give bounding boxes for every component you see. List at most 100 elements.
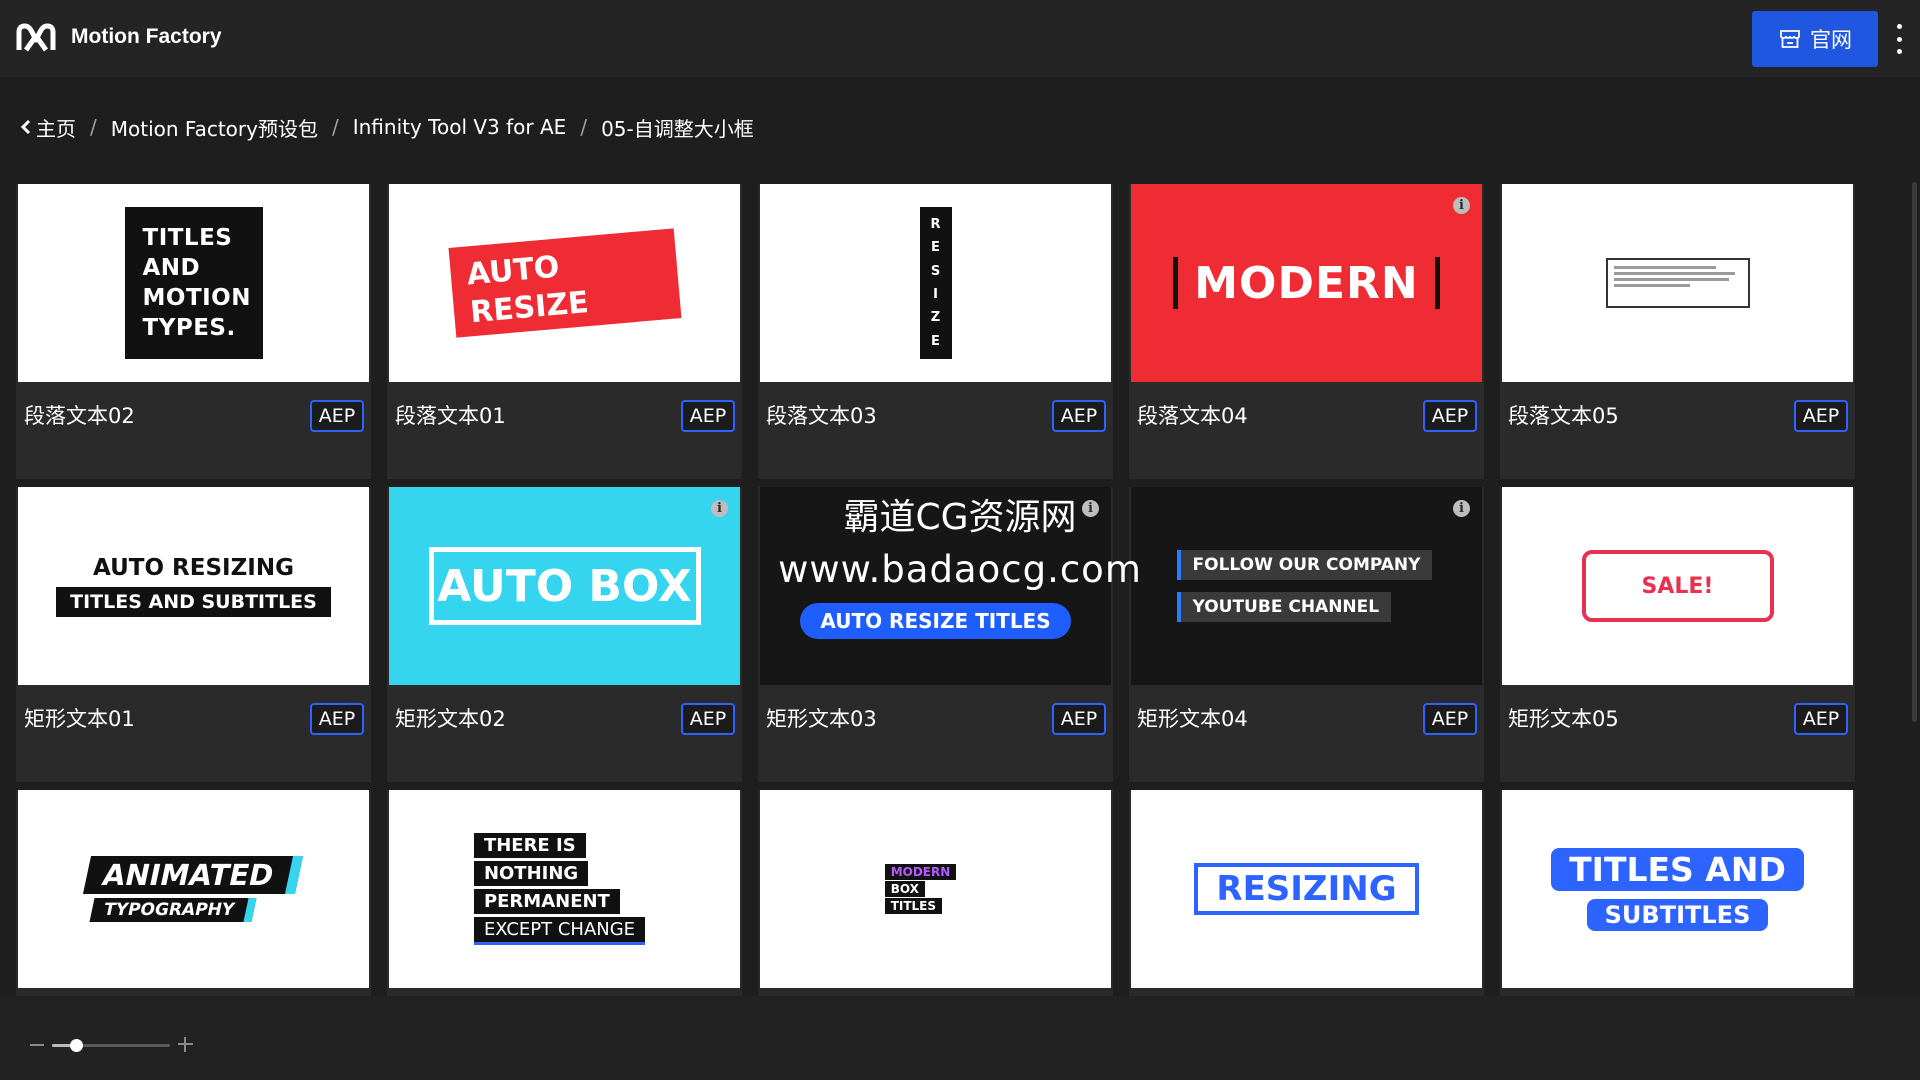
preset-name: 矩形文本01 <box>24 707 135 731</box>
file-type-badge: AEP <box>1423 400 1477 432</box>
thumb-text: THERE IS <box>473 833 586 858</box>
preset-card[interactable]: AUTO BOX i 矩形文本02 AEP <box>387 487 742 782</box>
preset-card[interactable]: THERE IS NOTHING PERMANENT EXCEPT CHANGE <box>387 790 742 999</box>
preset-card[interactable]: TITLES AND SUBTITLES <box>1500 790 1855 999</box>
preset-name: 矩形文本02 <box>395 707 506 731</box>
thumb-text: MODERN <box>884 864 957 880</box>
preset-card[interactable]: RESIZING <box>1129 790 1484 999</box>
thumb-text: BOX <box>884 881 925 897</box>
thumb-text: SALE! <box>1581 550 1774 622</box>
preset-card[interactable]: MODERN BOX TITLES <box>758 790 1113 999</box>
file-type-badge: AEP <box>1052 703 1106 735</box>
preset-name: 矩形文本03 <box>766 707 877 731</box>
thumb-text: Z <box>930 310 941 326</box>
info-icon[interactable]: i <box>1453 500 1470 517</box>
preset-thumbnail: SALE! <box>1502 487 1853 685</box>
store-icon <box>1780 30 1800 48</box>
preset-card[interactable]: AUTO RESIZING TITLES AND SUBTITLES 矩形文本0… <box>16 487 371 782</box>
file-type-badge: AEP <box>1423 703 1477 735</box>
paragraph-preview <box>1605 258 1750 308</box>
preset-thumbnail: FOLLOW OUR COMPANY YOUTUBE CHANNEL i <box>1131 487 1482 685</box>
preset-card[interactable]: AUTO RESIZE BOX 段落文本01 AEP <box>387 184 742 479</box>
thumb-text: YOUTUBE CHANNEL <box>1176 592 1392 622</box>
thumb-text: TITLES <box>142 225 233 251</box>
preset-thumbnail: MODERN BOX TITLES <box>760 790 1111 988</box>
file-type-badge: AEP <box>681 703 735 735</box>
thumb-text: FOLLOW OUR COMPANY <box>1176 550 1433 580</box>
file-type-badge: AEP <box>1794 703 1848 735</box>
breadcrumb-separator: / <box>90 115 97 139</box>
preset-name: 段落文本01 <box>395 404 506 428</box>
footer-bar <box>0 996 1920 1080</box>
thumb-text: EXCEPT CHANGE <box>473 917 646 945</box>
thumb-text: RESIZING <box>1194 863 1419 915</box>
preset-thumbnail <box>1502 184 1853 382</box>
preset-name: 矩形文本05 <box>1508 707 1619 731</box>
thumb-text: TITLES <box>884 898 943 914</box>
thumb-text: AUTO RESIZE TITLES <box>800 603 1071 639</box>
breadcrumb-preset-pack[interactable]: Motion Factory预设包 <box>111 113 318 142</box>
preset-card[interactable]: 段落文本05 AEP <box>1500 184 1855 479</box>
breadcrumb-infinity-tool[interactable]: Infinity Tool V3 for AE <box>353 115 567 139</box>
thumb-text: TITLES AND <box>1551 847 1804 891</box>
preset-grid: TITLES AND MOTION TYPES. 段落文本02 AEP AUTO… <box>16 184 1855 999</box>
zoom-in-icon[interactable] <box>178 1037 193 1052</box>
breadcrumb-current: 05-自调整大小框 <box>601 116 754 141</box>
breadcrumb-separator: / <box>580 115 588 139</box>
thumb-text: PERMANENT <box>473 889 620 914</box>
thumb-text: MODERN <box>1194 257 1419 309</box>
preset-thumbnail: AUTO BOX i <box>389 487 740 685</box>
preset-thumbnail: THERE IS NOTHING PERMANENT EXCEPT CHANGE <box>389 790 740 988</box>
preset-name: 段落文本03 <box>766 404 877 428</box>
thumb-text: AUTO BOX <box>428 547 701 625</box>
preset-thumbnail: TITLES AND MOTION TYPES. <box>18 184 369 382</box>
info-icon[interactable]: i <box>1082 500 1099 517</box>
preset-thumbnail: AUTO RESIZE BOX <box>389 184 740 382</box>
thumb-text: TITLES AND SUBTITLES <box>56 587 331 617</box>
thumb-text: I <box>933 287 938 303</box>
preset-thumbnail: R E S I Z E <box>760 184 1111 382</box>
thumb-text: NOTHING <box>473 861 589 886</box>
zoom-out-icon[interactable] <box>30 1044 44 1046</box>
preset-card[interactable]: SALE! 矩形文本05 AEP <box>1500 487 1855 782</box>
thumb-text: S <box>930 263 941 279</box>
top-bar: Motion Factory 官网 <box>0 0 1920 77</box>
file-type-badge: AEP <box>1794 400 1848 432</box>
info-icon[interactable]: i <box>1453 197 1470 214</box>
preset-thumbnail: MODERN i <box>1131 184 1482 382</box>
file-type-badge: AEP <box>310 703 364 735</box>
zoom-slider[interactable] <box>52 1039 170 1052</box>
info-icon[interactable]: i <box>711 500 728 517</box>
preset-card[interactable]: R E S I Z E 段落文本03 AEP <box>758 184 1113 479</box>
official-site-label: 官网 <box>1810 29 1852 52</box>
official-site-button[interactable]: 官网 <box>1752 11 1878 67</box>
thumb-text: TYPOGRAPHY <box>89 898 258 922</box>
thumb-text: E <box>931 333 940 349</box>
thumb-text: AUTO RESIZING <box>93 555 294 581</box>
thumb-text: SUBTITLES <box>1586 898 1769 931</box>
thumb-text: MOTION <box>142 285 251 311</box>
preset-thumbnail: ANIMATED TYPOGRAPHY <box>18 790 369 988</box>
preset-card[interactable]: TITLES AND MOTION TYPES. 段落文本02 AEP <box>16 184 371 479</box>
thumb-text: R <box>930 217 941 233</box>
breadcrumb-separator: / <box>331 115 339 139</box>
app-title: Motion Factory <box>71 25 222 48</box>
preset-card[interactable]: MODERN i 段落文本04 AEP <box>1129 184 1484 479</box>
preset-thumbnail: TITLES AND SUBTITLES <box>1502 790 1853 988</box>
preset-thumbnail: AUTO RESIZING TITLES AND SUBTITLES <box>18 487 369 685</box>
breadcrumb-home[interactable]: 主页 <box>36 113 76 142</box>
preset-thumbnail: AUTO RESIZE TITLES i <box>760 487 1111 685</box>
thumb-text: TYPES. <box>142 315 236 341</box>
preset-card[interactable]: FOLLOW OUR COMPANY YOUTUBE CHANNEL i 矩形文… <box>1129 487 1484 782</box>
more-menu-icon[interactable] <box>1890 24 1908 54</box>
file-type-badge: AEP <box>310 400 364 432</box>
preset-name: 段落文本05 <box>1508 404 1619 428</box>
preset-name: 段落文本02 <box>24 404 135 428</box>
preset-card[interactable]: ANIMATED TYPOGRAPHY <box>16 790 371 999</box>
preset-card[interactable]: AUTO RESIZE TITLES i 矩形文本03 AEP <box>758 487 1113 782</box>
chevron-left-icon[interactable] <box>20 118 32 136</box>
file-type-badge: AEP <box>1052 400 1106 432</box>
vertical-scrollbar[interactable] <box>1912 182 1917 722</box>
file-type-badge: AEP <box>681 400 735 432</box>
zoom-slider-thumb[interactable] <box>69 1039 83 1052</box>
